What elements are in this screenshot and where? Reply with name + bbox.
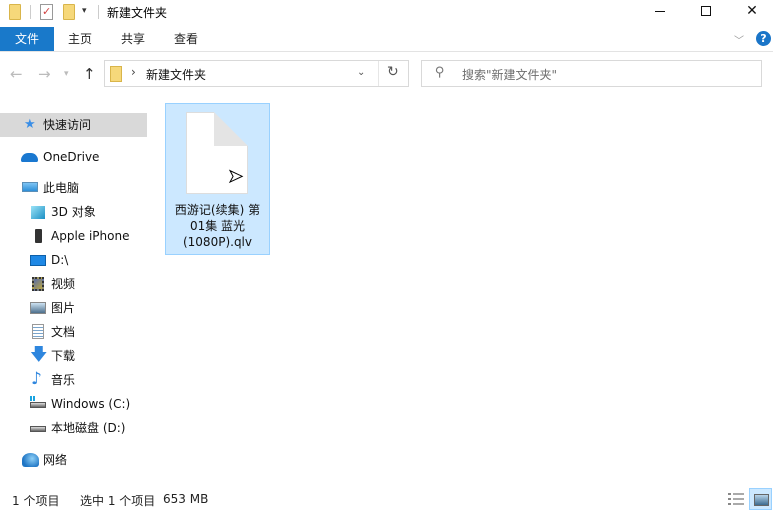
- mouse-cursor-icon: ➤: [227, 166, 244, 188]
- window-title: 新建文件夹: [107, 6, 168, 20]
- windows-drive-icon: [30, 402, 46, 408]
- sidebar-item-label: 3D 对象: [51, 205, 96, 219]
- address-bar[interactable]: › 新建文件夹 ⌄ ↻: [104, 60, 409, 87]
- back-button[interactable]: ←: [10, 65, 23, 83]
- breadcrumb-folder[interactable]: 新建文件夹: [146, 66, 206, 83]
- item-count: 1 个项目: [12, 494, 60, 508]
- document-icon: [32, 324, 44, 339]
- sidebar-item-label: 此电脑: [43, 181, 80, 195]
- network-icon: [22, 453, 39, 467]
- ribbon: 文件 主页 共享 查看 ﹀ ?: [0, 27, 773, 52]
- up-button[interactable]: ↑: [83, 65, 96, 83]
- file-list: ➤ 西游记(续集) 第 01集 蓝光 (1080P).qlv: [155, 98, 773, 478]
- tab-share[interactable]: 共享: [109, 27, 157, 51]
- folder-icon: [9, 4, 21, 20]
- search-icon: ⚲: [435, 65, 445, 80]
- expand-ribbon-icon[interactable]: ﹀: [734, 32, 744, 47]
- minimize-button[interactable]: [637, 0, 683, 24]
- selected-size: 653 MB: [163, 492, 209, 506]
- picture-icon: [30, 302, 46, 314]
- cloud-icon: [21, 153, 38, 162]
- sidebar-item-label: Windows (C:): [51, 397, 131, 411]
- monitor-drive-icon: [30, 255, 46, 266]
- address-divider: [378, 61, 379, 86]
- toolbar-divider: [30, 5, 31, 19]
- list-line: [728, 503, 744, 505]
- sidebar-item-label: 文档: [51, 325, 76, 339]
- file-name: 西游记(续集) 第 01集 蓝光 (1080P).qlv: [168, 202, 267, 250]
- refresh-button[interactable]: ↻: [387, 64, 399, 80]
- sidebar-item-label: 下载: [51, 349, 76, 363]
- toolbar-divider: [98, 5, 99, 19]
- computer-icon: [22, 182, 38, 192]
- video-icon: [32, 277, 44, 291]
- list-line: [728, 498, 744, 500]
- properties-icon[interactable]: [40, 4, 53, 20]
- search-input[interactable]: ⚲ 搜索"新建文件夹": [421, 60, 762, 87]
- file-name-line: (1080P).qlv: [182, 235, 252, 249]
- file-item[interactable]: ➤ 西游记(续集) 第 01集 蓝光 (1080P).qlv: [165, 103, 270, 255]
- navigation-pane: ★ 快速访问 OneDrive 此电脑 3D 对象 Apple iPhone D…: [0, 100, 150, 475]
- list-line: [728, 493, 744, 495]
- sidebar-item-label: 音乐: [51, 373, 76, 387]
- status-bar: 1 个项目 选中 1 个项目 653 MB: [0, 488, 773, 511]
- navigation-bar: ← → ▾ ↑ › 新建文件夹 ⌄ ↻ ⚲ 搜索"新建文件夹": [0, 56, 773, 92]
- close-button[interactable]: ✕: [729, 0, 773, 24]
- music-icon: ♪: [31, 369, 42, 389]
- title-bar: ▾ 新建文件夹 ✕: [0, 0, 773, 26]
- tab-file[interactable]: 文件: [0, 27, 54, 51]
- windows-logo-icon: [30, 396, 36, 401]
- download-icon: 🡇: [30, 345, 48, 365]
- folder-icon: [110, 66, 122, 82]
- sidebar-item-label: 本地磁盘 (D:): [51, 421, 126, 435]
- tab-view[interactable]: 查看: [162, 27, 210, 51]
- selected-count: 选中 1 个项目: [80, 494, 156, 508]
- details-view-button[interactable]: [728, 491, 746, 507]
- sidebar-item-label: 快速访问: [43, 118, 92, 132]
- sidebar-item-label: 视频: [51, 277, 76, 291]
- customize-dropdown-icon[interactable]: ▾: [82, 6, 87, 16]
- chevron-right-icon[interactable]: ›: [131, 65, 136, 79]
- forward-button[interactable]: →: [38, 65, 51, 83]
- sidebar-item-label: Apple iPhone: [51, 229, 130, 243]
- cube-3d-icon: [31, 206, 45, 219]
- address-dropdown-icon[interactable]: ⌄: [357, 67, 365, 78]
- large-icons-view-button[interactable]: [749, 488, 772, 510]
- star-pin-icon: ★: [24, 117, 36, 132]
- sidebar-item-label: D:\: [51, 253, 69, 267]
- search-placeholder: 搜索"新建文件夹": [462, 68, 558, 82]
- new-folder-icon[interactable]: [63, 4, 75, 20]
- phone-icon: [35, 229, 42, 243]
- minimize-icon: [655, 10, 665, 12]
- recent-locations-icon[interactable]: ▾: [64, 69, 69, 79]
- maximize-button[interactable]: [683, 0, 729, 24]
- file-name-line: 西游记(续集) 第: [174, 203, 261, 217]
- page-fold: [214, 112, 248, 146]
- tab-home[interactable]: 主页: [56, 27, 104, 51]
- sidebar-item-quick-access[interactable]: ★ 快速访问: [0, 113, 147, 137]
- help-icon[interactable]: ?: [756, 31, 771, 46]
- sidebar-item-label: 图片: [51, 301, 76, 315]
- close-icon: ✕: [746, 3, 758, 19]
- sidebar-item-label: 网络: [43, 453, 68, 467]
- sidebar-item-label: OneDrive: [43, 150, 100, 164]
- disk-drive-icon: [30, 426, 46, 432]
- maximize-icon: [701, 6, 711, 16]
- file-name-line: 01集 蓝光: [189, 219, 246, 233]
